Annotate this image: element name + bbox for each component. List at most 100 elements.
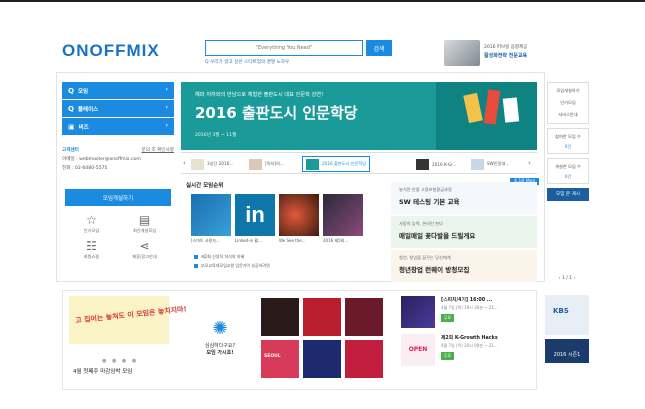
site-logo[interactable]: ONOFFMIX	[62, 41, 160, 61]
faq-link[interactable]: 문의 조 확인사항	[141, 147, 174, 153]
list-item[interactable]: 제2회 신앙적 지식의 지혜	[194, 254, 270, 260]
ranking-card[interactable]: in Linked-in 활...	[235, 194, 275, 244]
ad-banner[interactable]: 놓치면 안될 고용보험환급과정 SW 테스팅 기본 교육	[391, 182, 537, 214]
ad-banner[interactable]: 사람의 능력, 온라인 판다 매일매일 꽃다발을 드릴게요	[391, 216, 537, 248]
event-item[interactable]: [스피치/4기] 16:00 ... 4월 7일 (목) 19시 30분 ~ 2…	[401, 296, 536, 328]
created-count: 0건	[564, 174, 572, 179]
quick-link-latest[interactable]: ▤ 최신개설모임	[118, 212, 171, 234]
book-shape	[502, 97, 520, 123]
right-menu-item[interactable]: 인기모임	[548, 97, 588, 109]
view-meetings-button[interactable]: 모임 본 게시	[547, 188, 589, 201]
ad-title: 청년창업 런웨이 방청모집	[399, 266, 470, 274]
nav-label: 플레이스	[77, 106, 99, 113]
strip-item-active[interactable]: 2016 출판도시 인문학당	[302, 156, 371, 172]
created-label: 개설한 모임 수	[555, 164, 581, 169]
poster-thumb[interactable]	[303, 340, 341, 378]
thumb-image	[306, 158, 319, 170]
search-hint[interactable]: Q 우리가 알고 싶은 스타트업의 경영 노하우	[205, 59, 289, 65]
chevron-right-icon[interactable]: ›	[572, 276, 576, 281]
search-button[interactable]: 검색	[366, 40, 392, 56]
quick-link-partnership[interactable]: ⋖ 제휴/광고안내	[118, 238, 171, 260]
poster-thumb[interactable]	[261, 298, 299, 336]
kbs-text: KBS	[553, 307, 569, 315]
quick-label: 회원쇼핑	[83, 254, 100, 259]
hero-banner[interactable]: 해파 저자와의 만남으로 체험한 출판도시 대표 인문학 강연! 2016 출판…	[181, 82, 537, 150]
list-icon: ☷	[86, 239, 97, 253]
chevron-right-icon: ›	[165, 122, 168, 129]
right-menu-item[interactable]: 서비스안내	[548, 109, 588, 121]
nav-item-place[interactable]: Q 플레이스 ›	[62, 100, 174, 117]
event-image	[401, 296, 435, 328]
event-item[interactable]: OPEN 제2회 K-Growth Hacks 4월 7일 (목) 20시 00…	[401, 334, 536, 366]
document-icon: ▤	[138, 213, 151, 227]
list-item[interactable]: 부모교육대모임교원 입문가이 성공하려면	[194, 263, 270, 269]
thumb-image	[191, 158, 204, 170]
support-header-row: 고객센터 문의 조 확인사항	[62, 147, 174, 153]
chevron-right-icon[interactable]: ›	[528, 159, 531, 167]
banner-thumbnail-strip: ‹ 3성단 2016... [독자]의... 2016 출판도시 인문학당 20…	[181, 152, 537, 174]
pager[interactable]: ‹ 1 / 1 ›	[545, 276, 589, 281]
carousel-dots[interactable]: ● ● ● ●	[102, 358, 138, 364]
strip-item[interactable]: [독자]의...	[249, 157, 284, 171]
right-menu: 모임개설하기 인기모임 서비스안내	[547, 82, 589, 124]
hero-book-illustration	[436, 82, 537, 150]
deadline-banner[interactable]: 고 집어는 놓쳐도 이 모임은 놓치지마!	[69, 296, 187, 344]
right-menu-item[interactable]: 모임개설하기	[548, 85, 588, 97]
promo-tent-image	[444, 40, 480, 66]
ranking-card[interactable]: [스마트 사용자...	[191, 194, 231, 244]
poster-thumb[interactable]	[345, 298, 383, 336]
strip-label: SW인증대...	[487, 161, 510, 166]
poster-thumb[interactable]: SEOUL	[261, 340, 299, 378]
event-meta: 4월 7일 (목) 19시 30분 ~ 21...	[441, 305, 498, 310]
ranking-card[interactable]: 2016 제5회...	[323, 194, 363, 244]
gear-icon: ✺	[212, 318, 228, 339]
nav-item-meeting[interactable]: Q 모임 ›	[62, 82, 174, 99]
strip-item[interactable]: 2016 K-Gr...	[416, 157, 457, 171]
strip-label: [독자]의...	[265, 161, 284, 166]
kbs-ad[interactable]: KBS	[545, 295, 589, 335]
ad-banner[interactable]: 청년, 창업을 꿈꾸는 당신에게 청년창업 런웨이 방청모집	[391, 250, 537, 282]
event-meta: 4월 7일 (목) 20시 00분 ~ 21...	[441, 343, 498, 348]
realtime-ranking-title: 실시간 모임순위	[186, 183, 224, 189]
card-caption: 2016 제5회...	[323, 238, 349, 243]
thumb-image	[416, 158, 429, 170]
list-text: 제2회 신앙적 지식의 지혜	[201, 254, 245, 259]
book-shape	[463, 92, 483, 124]
open-meeting-button[interactable]: 모임개설하기	[65, 189, 171, 206]
realtime-cards: [스마트 사용자... in Linked-in 활... We See the…	[191, 194, 363, 244]
hero-date: 2016년 3월 ~ 11월	[195, 133, 237, 138]
season-ad[interactable]: 2016 시즌1	[545, 339, 589, 363]
search-input[interactable]	[206, 41, 362, 55]
strip-label: 3성단 2016...	[207, 161, 234, 166]
joined-count-box: 참여한 모임 수 0건	[547, 128, 589, 154]
top-promo-banner[interactable]: 2016 퍼브릴 음향제공 활성화전략 전문교육	[444, 40, 544, 66]
deadline-caption: 4월 첫째주 마감임박 모임	[73, 369, 133, 375]
ranking-card[interactable]: We See the...	[279, 194, 319, 244]
event-title: [스피치/4기] 16:00 ...	[441, 298, 493, 303]
strip-item[interactable]: SW인증대...	[471, 157, 509, 171]
card-caption: [스마트 사용자...	[191, 238, 220, 243]
ask-block[interactable]: ✺ 심심하다구요? 모임 가시죠!	[185, 296, 255, 376]
quick-link-members[interactable]: ☷ 회원쇼핑	[65, 238, 118, 260]
ad-sub: 청년, 창업을 꿈꾸는 당신에게	[399, 255, 451, 260]
support-email: 이메일 : webmaster@onoffmix.com	[62, 157, 141, 162]
card-caption: Linked-in 활...	[235, 238, 262, 243]
event-tag: 무료	[441, 314, 454, 322]
support-title: 고객센터	[62, 148, 79, 153]
strip-item[interactable]: 3성단 2016...	[191, 157, 233, 171]
quick-link-popular[interactable]: ☆ 인기모임	[65, 212, 118, 234]
promo-line-2: 활성화전략 전문교육	[484, 53, 528, 59]
poster-thumb[interactable]	[303, 298, 341, 336]
event-tag: 무료	[441, 352, 454, 360]
hero-title: 2016 출판도시 인문학당	[195, 104, 358, 122]
briefcase-icon: ▣	[68, 122, 75, 131]
chevron-left-icon[interactable]: ‹	[183, 159, 186, 167]
ask-line-1: 심심하다구요?	[204, 343, 236, 349]
nav-item-biz[interactable]: ▣ 비즈 ›	[62, 118, 174, 135]
search-box[interactable]	[205, 40, 363, 56]
nav-label: 비즈	[78, 124, 89, 131]
card-image	[323, 194, 363, 236]
card-image	[191, 194, 231, 236]
ad-sub: 사람의 능력, 온라인 판다	[399, 221, 443, 226]
poster-thumb[interactable]	[345, 340, 383, 378]
